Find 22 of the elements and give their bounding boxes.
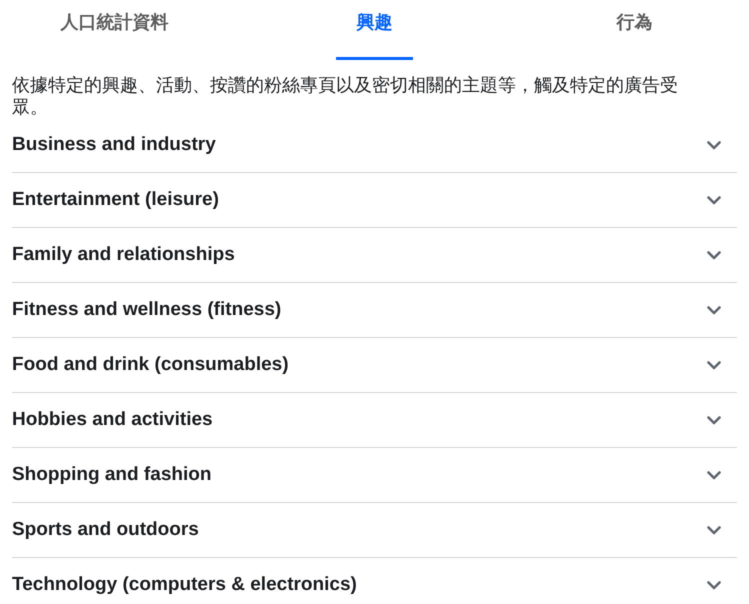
tab[interactable]: 興趣 bbox=[260, 0, 488, 60]
category-row[interactable]: Family and relationships bbox=[12, 227, 737, 282]
category-label: Hobbies and activities bbox=[12, 409, 213, 431]
category-row[interactable]: Technology (computers & electronics) bbox=[12, 557, 737, 604]
category-row[interactable]: Entertainment (leisure) bbox=[12, 172, 737, 227]
category-row[interactable]: Fitness and wellness (fitness) bbox=[12, 282, 737, 337]
category-row[interactable]: Sports and outdoors bbox=[12, 502, 737, 557]
category-label: Business and industry bbox=[12, 134, 216, 156]
tab[interactable]: 行為 bbox=[520, 0, 748, 60]
category-label: Entertainment (leisure) bbox=[12, 189, 219, 211]
description-text: 依據特定的興趣、活動、按讚的粉絲專頁以及密切相關的主題等，觸及特定的廣告受眾。 bbox=[12, 74, 679, 118]
category-row[interactable]: Food and drink (consumables) bbox=[12, 337, 737, 392]
category-label: Fitness and wellness (fitness) bbox=[12, 299, 282, 321]
tab[interactable]: 人口統計資料 bbox=[0, 0, 228, 60]
category-label: Food and drink (consumables) bbox=[12, 354, 289, 376]
category-row[interactable]: Hobbies and activities bbox=[12, 392, 737, 447]
category-label: Shopping and fashion bbox=[12, 464, 212, 486]
category-label: Technology (computers & electronics) bbox=[12, 574, 357, 596]
category-row[interactable]: Business and industry bbox=[12, 118, 737, 172]
category-row[interactable]: Shopping and fashion bbox=[12, 447, 737, 502]
category-label: Family and relationships bbox=[12, 244, 235, 266]
category-label: Sports and outdoors bbox=[12, 519, 199, 541]
